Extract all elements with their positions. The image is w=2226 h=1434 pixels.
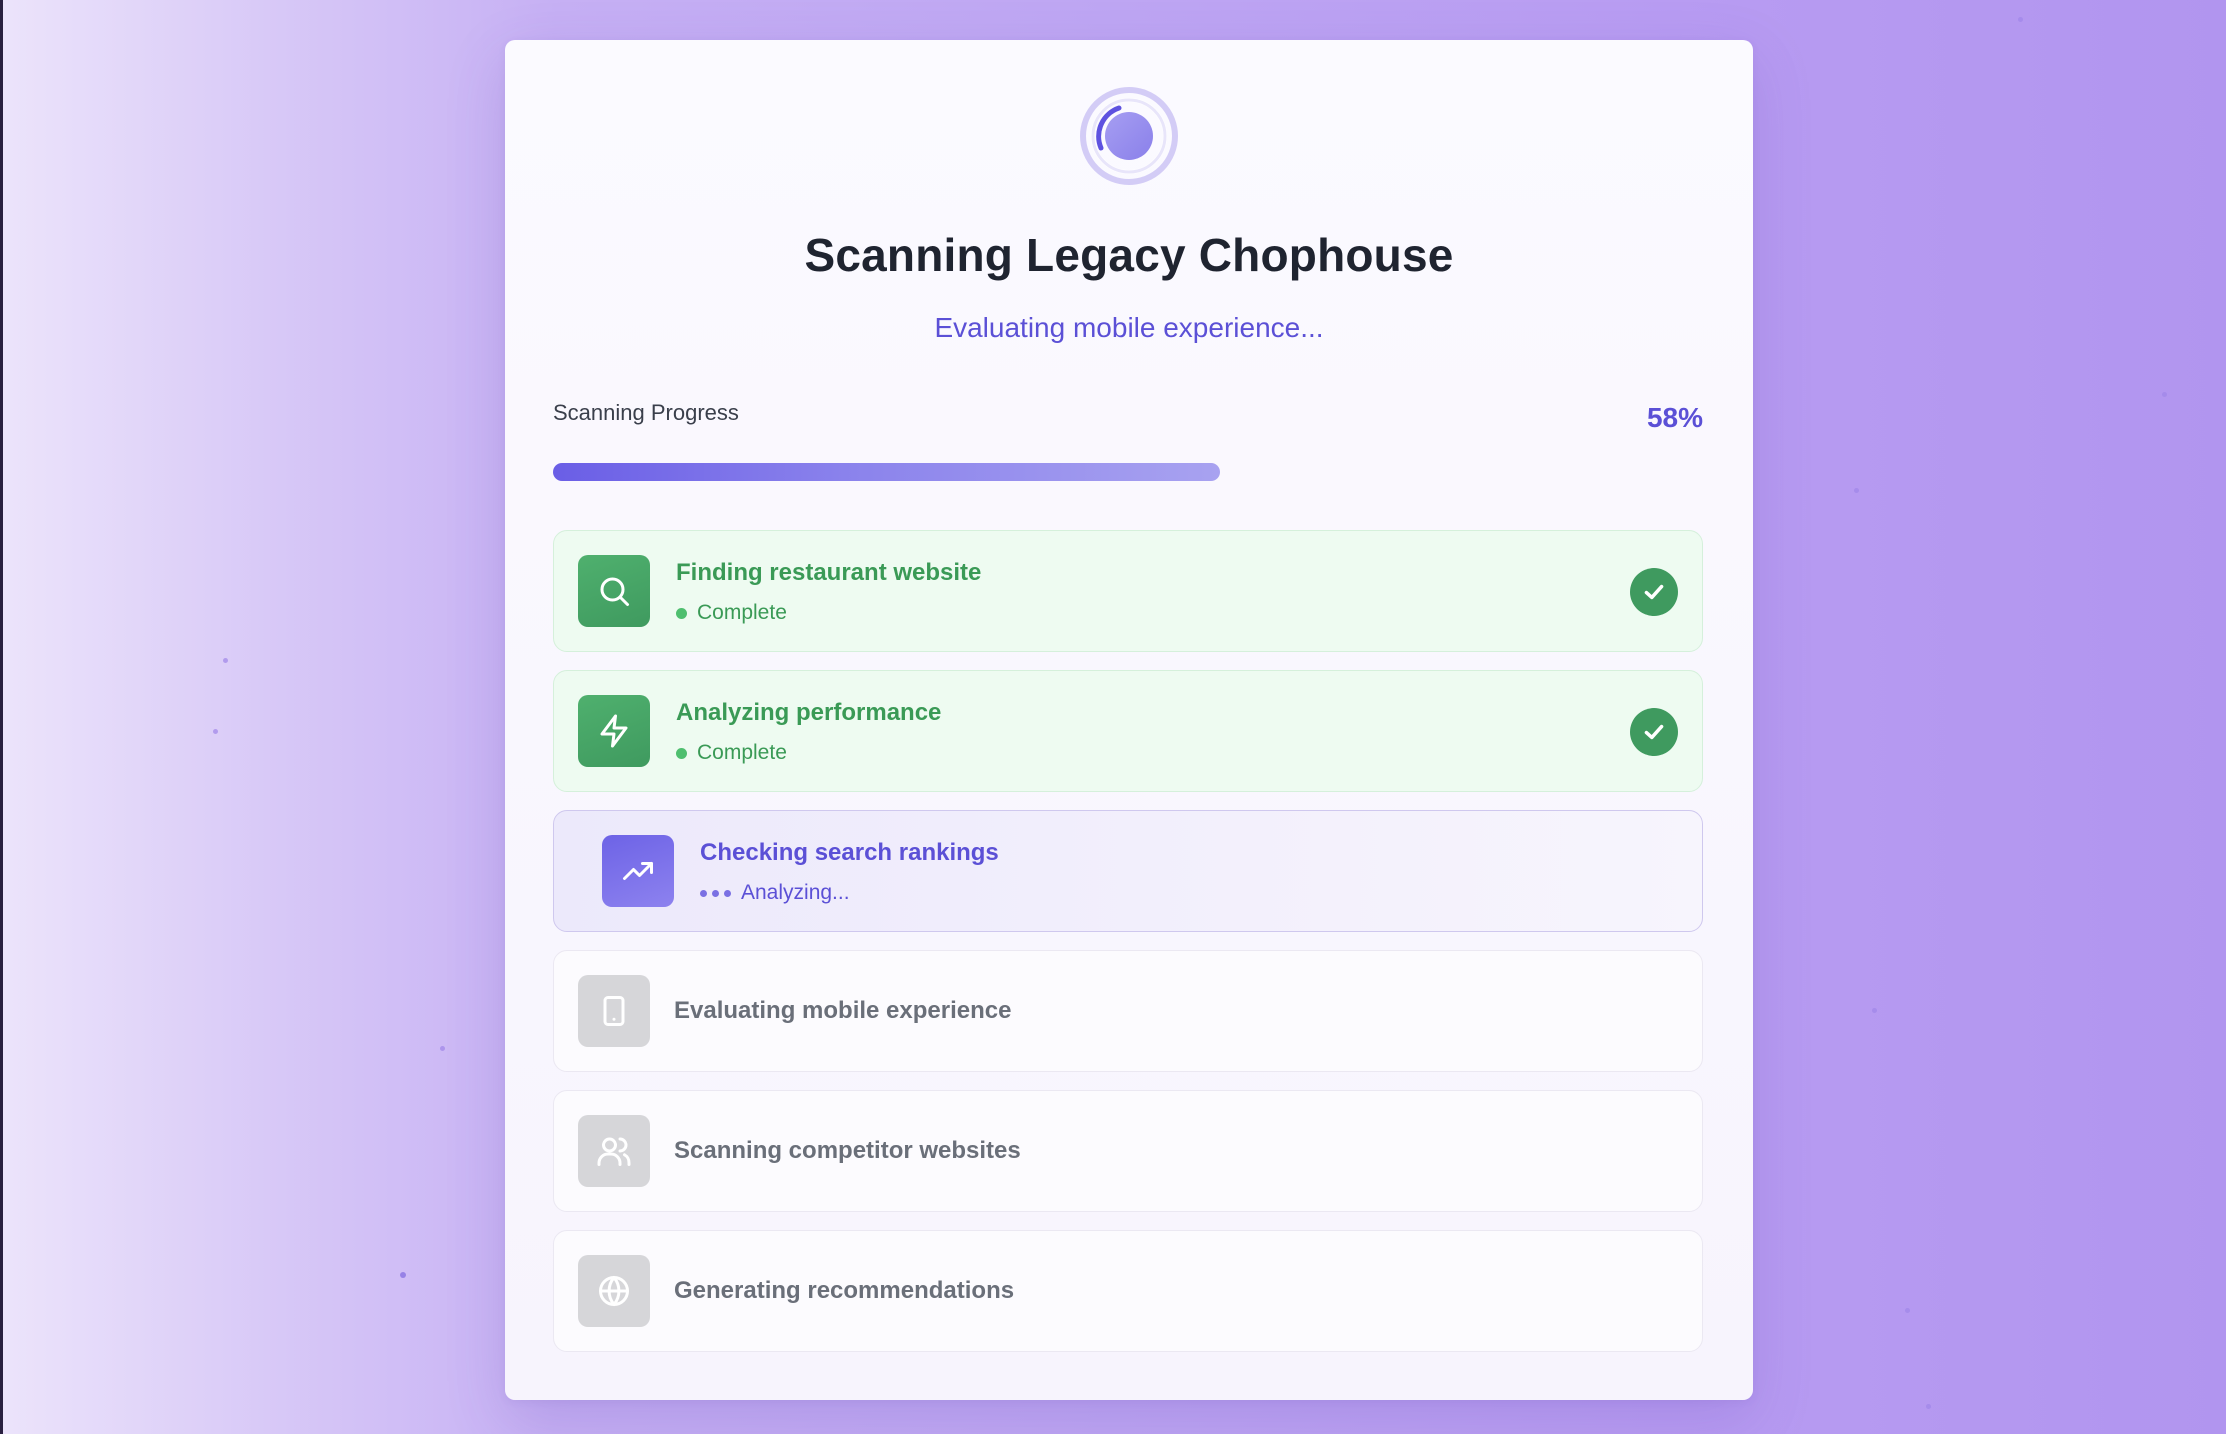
background-dot	[1854, 488, 1859, 493]
step-title: Evaluating mobile experience	[674, 997, 1012, 1024]
check-icon	[1630, 708, 1678, 756]
globe-icon	[578, 1255, 650, 1327]
check-icon	[1630, 568, 1678, 616]
background-dot	[213, 729, 218, 734]
background-dot	[400, 1272, 406, 1278]
step-status-text: Complete	[697, 741, 787, 764]
window-edge	[0, 0, 3, 1434]
background-dot	[1926, 1404, 1931, 1409]
trending-up-icon	[602, 835, 674, 907]
scan-step-competitor-websites: Scanning competitor websites	[553, 1090, 1703, 1212]
background-dot	[1905, 1308, 1910, 1313]
step-title: Finding restaurant website	[676, 559, 982, 586]
page-title: Scanning Legacy Chophouse	[804, 229, 1454, 281]
step-status: Complete	[676, 601, 787, 625]
step-title: Scanning competitor websites	[674, 1137, 1021, 1164]
background-dot	[440, 1046, 445, 1051]
step-status-text: Analyzing...	[741, 881, 850, 904]
search-icon	[578, 555, 650, 627]
status-dot	[676, 747, 687, 759]
step-title: Checking search rankings	[700, 839, 999, 866]
step-title: Generating recommendations	[674, 1277, 1015, 1304]
tablet-icon	[578, 975, 650, 1047]
background-dot	[2018, 17, 2023, 22]
status-dot	[676, 607, 687, 619]
step-status: Analyzing...	[700, 881, 850, 905]
scan-step-analyzing-performance: Analyzing performance Complete	[553, 670, 1703, 792]
current-task-text: Evaluating mobile experience...	[934, 312, 1324, 343]
step-status-text: Complete	[697, 601, 787, 624]
scanner-logo-icon	[1080, 87, 1178, 185]
scan-steps-list: Finding restaurant website Complete Anal…	[553, 530, 1703, 1370]
lightning-icon	[578, 695, 650, 767]
scan-step-finding-website: Finding restaurant website Complete	[553, 530, 1703, 652]
background-dot	[1872, 1008, 1877, 1013]
background-dot	[223, 658, 228, 663]
scan-step-mobile-experience: Evaluating mobile experience	[553, 950, 1703, 1072]
step-status: Complete	[676, 741, 787, 765]
progress-label: Scanning Progress	[553, 400, 739, 425]
loading-dots-icon	[700, 889, 731, 897]
users-icon	[578, 1115, 650, 1187]
scan-step-search-rankings: Checking search rankings Analyzing...	[553, 810, 1703, 932]
scan-step-recommendations: Generating recommendations	[553, 1230, 1703, 1352]
step-title: Analyzing performance	[676, 699, 942, 726]
scan-card: Scanning Legacy Chophouse Evaluating mob…	[505, 40, 1753, 1400]
background-dot	[2162, 392, 2167, 397]
progress-bar-fill	[553, 463, 1220, 481]
progress-bar	[553, 463, 1703, 481]
progress-percent: 58%	[1646, 402, 1703, 433]
